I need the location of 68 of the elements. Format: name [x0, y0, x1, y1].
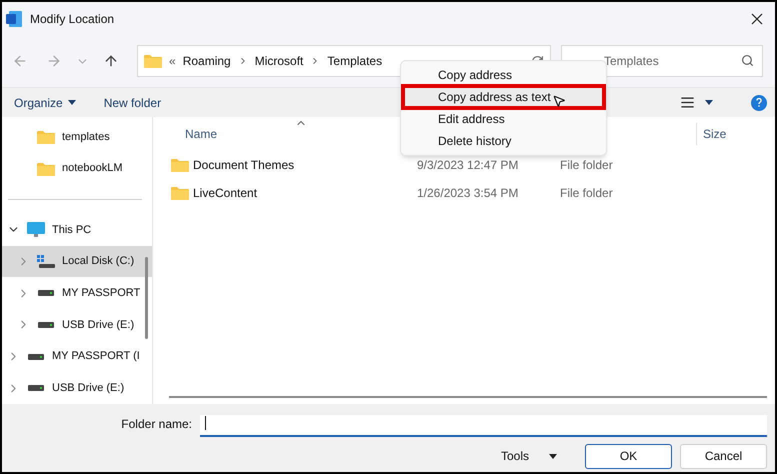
sidebar-item[interactable]: USB Drive (E:) [2, 372, 152, 404]
file-row[interactable]: LiveContent 1/26/2023 3:54 PM File folder [169, 179, 767, 207]
caret-icon [549, 454, 557, 458]
sidebar-item[interactable]: MY PASSPORT (I [2, 340, 152, 372]
folder-icon [37, 130, 55, 144]
mouse-cursor-icon [552, 94, 566, 108]
file-name: LiveContent [192, 185, 258, 202]
text-cursor [205, 416, 206, 430]
folder-icon [171, 186, 189, 200]
drive-icon [38, 290, 54, 296]
file-type: File folder [560, 185, 613, 202]
sidebar-label: MY PASSPORT [62, 286, 140, 301]
file-date: 1/26/2023 3:54 PM [417, 185, 520, 202]
folder-icon [37, 162, 55, 176]
ok-button[interactable]: OK [585, 444, 672, 468]
drive-icon [28, 354, 44, 360]
search-icon [741, 54, 754, 67]
sidebar-item[interactable]: This PC [2, 214, 152, 246]
sidebar-item[interactable]: USB Drive (E:) [2, 309, 152, 341]
new-folder-button[interactable]: New folder [104, 94, 162, 112]
column-header[interactable]: Size [703, 125, 767, 143]
address-segment[interactable]: Roaming [182, 52, 231, 70]
sidebar-item[interactable]: Local Disk (C:) [2, 246, 152, 278]
sidebar-item[interactable]: notebookLM [2, 152, 152, 184]
organize-button[interactable]: Organize [14, 94, 76, 112]
forward-icon[interactable] [46, 53, 62, 69]
view-button[interactable] [680, 95, 713, 110]
folder-name-field[interactable] [200, 415, 767, 437]
menu-item[interactable]: Delete history [403, 130, 604, 152]
caret-icon [705, 100, 713, 105]
sidebar-item[interactable]: templates [2, 121, 152, 153]
drive-icon [28, 385, 44, 392]
folder-icon [144, 54, 162, 68]
address-segment[interactable]: Microsoft [254, 52, 304, 70]
address-segment[interactable]: « [169, 52, 176, 70]
menu-item[interactable]: Edit address [403, 108, 604, 130]
address-segment[interactable]: Templates [327, 52, 382, 70]
cancel-button[interactable]: Cancel [680, 444, 767, 468]
sidebar-label: templates [62, 130, 110, 145]
file-name: Document Themes [192, 157, 296, 174]
back-icon[interactable] [12, 53, 28, 69]
folder-icon [171, 158, 189, 172]
app-icon [6, 10, 22, 26]
help-icon[interactable] [751, 94, 767, 110]
menu-item[interactable]: Copy address as text [403, 86, 604, 108]
horizontal-scrollbar[interactable] [169, 396, 767, 398]
tools-button[interactable]: Tools [500, 447, 557, 465]
sidebar-label: USB Drive (E:) [52, 380, 124, 396]
sidebar-item[interactable]: MY PASSPORT [2, 277, 152, 310]
monitor-icon [27, 222, 45, 238]
column-header[interactable]: Name [185, 125, 218, 143]
caret-icon [68, 100, 76, 105]
file-type: File folder [560, 157, 613, 174]
list-view-icon [680, 95, 695, 110]
sidebar-label: USB Drive (E:) [62, 318, 134, 333]
sidebar-label: MY PASSPORT (I [52, 349, 140, 364]
drive-icon [38, 322, 54, 328]
file-date: 9/3/2023 12:47 PM [417, 157, 520, 174]
window-title: Modify Location [30, 10, 114, 28]
folder-name-label: Folder name: [121, 416, 192, 433]
sidebar-label: Local Disk (C:) [62, 254, 134, 270]
scrollbar-thumb[interactable] [145, 257, 148, 339]
disk-drive-icon [37, 254, 55, 269]
up-icon[interactable] [103, 53, 119, 69]
close-icon [751, 12, 763, 24]
sidebar-label: This PC [52, 222, 92, 238]
file-row[interactable]: Document Themes 9/3/2023 12:47 PM File folder [169, 151, 767, 179]
sidebar-label: notebookLM [62, 161, 123, 176]
